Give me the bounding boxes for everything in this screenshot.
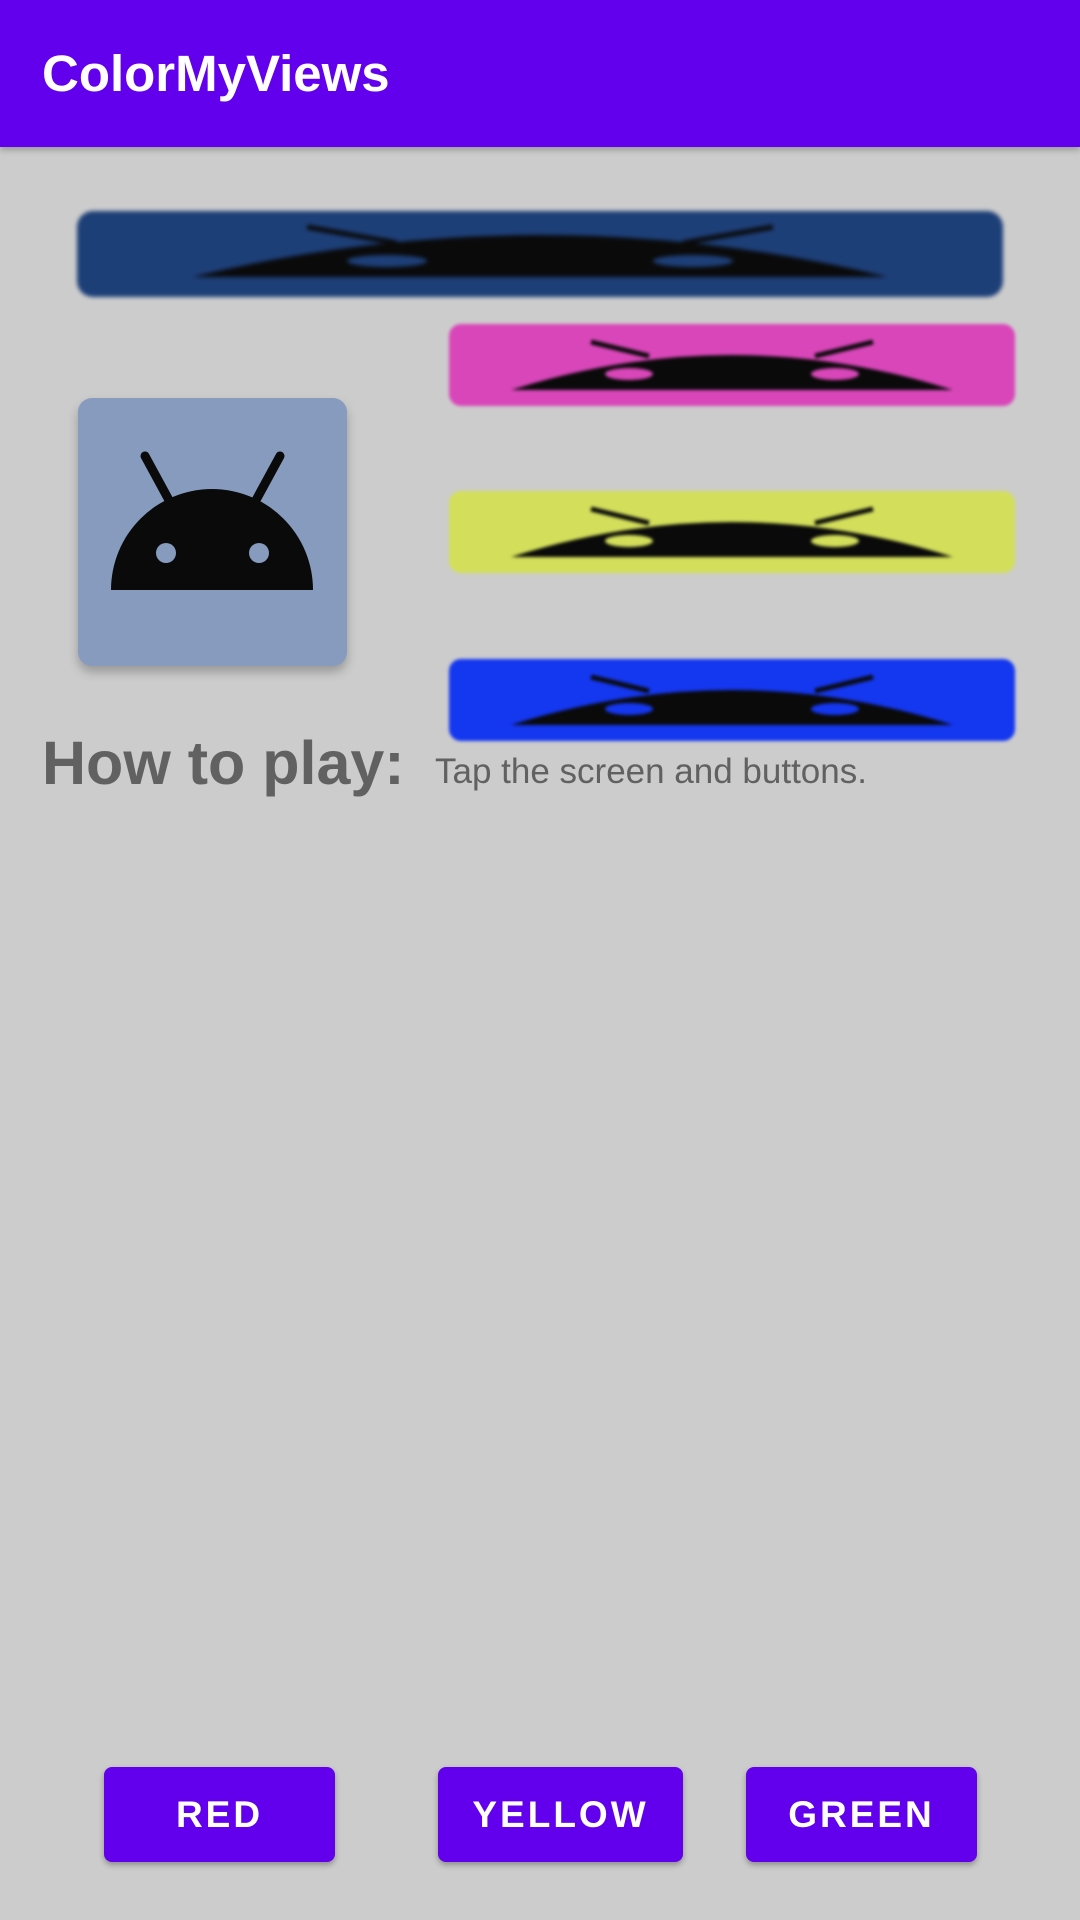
box-five[interactable] bbox=[449, 659, 1015, 741]
how-to-play-info: Tap the screen and buttons. bbox=[435, 752, 867, 791]
app-title: ColorMyViews bbox=[42, 45, 390, 102]
how-to-play-label: How to play: bbox=[42, 729, 405, 797]
android-icon bbox=[511, 339, 953, 390]
green-button[interactable]: GREEN bbox=[746, 1767, 977, 1862]
red-button[interactable]: RED bbox=[104, 1767, 335, 1862]
android-icon bbox=[111, 451, 313, 590]
box-one[interactable] bbox=[77, 211, 1003, 297]
android-icon bbox=[192, 224, 888, 277]
box-four[interactable] bbox=[449, 491, 1015, 573]
android-icon bbox=[511, 506, 953, 557]
app-bar: ColorMyViews bbox=[0, 0, 1080, 147]
yellow-button[interactable]: YELLOW bbox=[438, 1767, 683, 1862]
box-three[interactable] bbox=[449, 324, 1015, 406]
android-icon bbox=[511, 674, 953, 725]
box-two[interactable] bbox=[78, 398, 347, 666]
